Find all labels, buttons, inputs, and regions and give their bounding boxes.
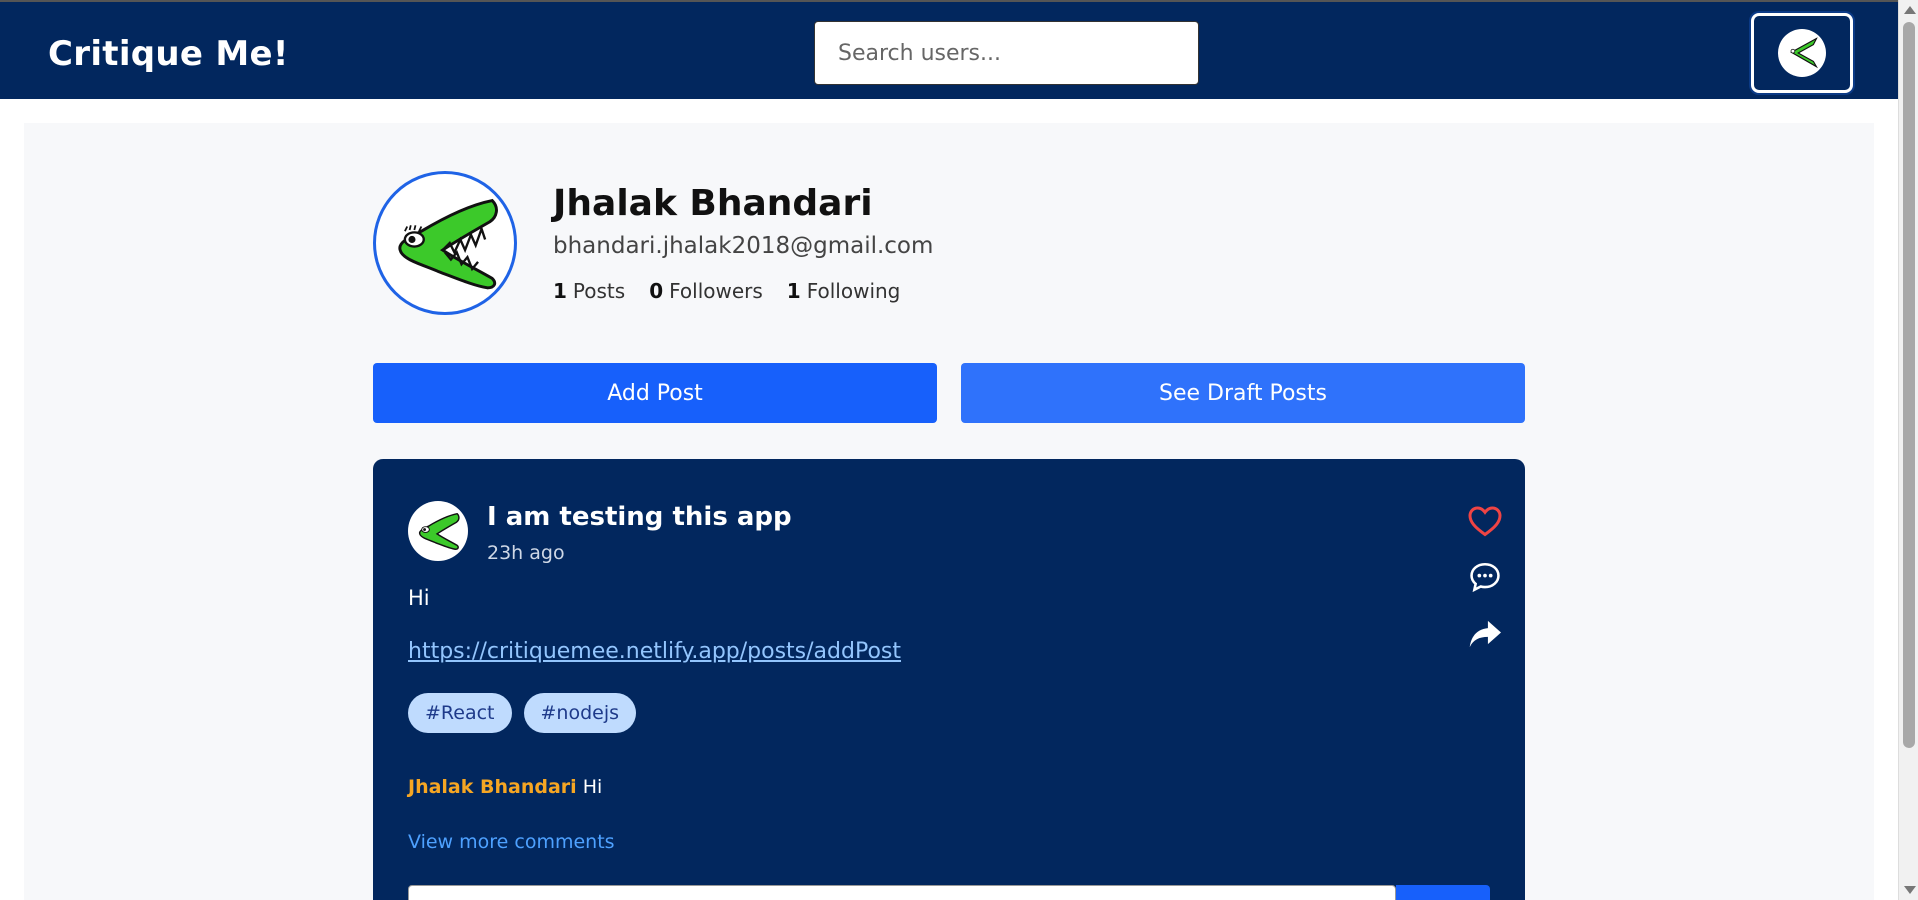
scroll-down-arrow-icon[interactable] [1904,886,1916,894]
post-timestamp: 23h ago [487,542,565,564]
profile-avatar [373,171,517,315]
comment-author[interactable]: Jhalak Bhandari [408,776,577,798]
crocodile-avatar-icon [418,512,460,550]
scroll-up-arrow-icon[interactable] [1904,6,1916,14]
comment-item: Jhalak Bhandari Hi [408,776,602,798]
scroll-thumb[interactable] [1903,22,1915,748]
page-scrollbar[interactable] [1898,0,1918,900]
post-tags: #React #nodejs [408,693,637,733]
profile-name: Jhalak Bhandari [553,183,873,224]
user-menu-button[interactable] [1751,13,1853,93]
profile-stats: 1 Posts 0 Followers 1 Following [553,279,900,303]
post-body: Hi [408,586,430,610]
post-author-avatar[interactable] [408,501,468,561]
see-draft-posts-button[interactable]: See Draft Posts [961,363,1525,423]
post-link[interactable]: https://critiquemee.netlify.app/posts/ad… [408,639,901,664]
posts-stat[interactable]: 1 Posts [553,279,625,303]
post-title[interactable]: I am testing this app [487,502,792,532]
crocodile-avatar-icon [1778,29,1826,77]
tag-nodejs[interactable]: #nodejs [523,693,637,733]
comment-icon[interactable] [1465,557,1505,597]
share-icon[interactable] [1465,614,1505,654]
profile-email: bhandari.jhalak2018@gmail.com [553,233,934,259]
comment-text: Hi [582,776,603,798]
add-post-button[interactable]: Add Post [373,363,937,423]
tag-react[interactable]: #React [408,693,512,733]
post-card: I am testing this app 23h ago Hi https:/… [373,459,1525,900]
followers-stat[interactable]: 0 Followers [649,279,763,303]
heart-icon[interactable] [1465,501,1505,541]
comment-input[interactable] [408,885,1396,900]
top-navbar: Critique Me! [0,0,1898,99]
comment-submit-button[interactable] [1396,885,1490,900]
search-users-input[interactable] [814,21,1199,85]
crocodile-avatar-icon [398,198,498,290]
view-more-comments-link[interactable]: View more comments [408,831,615,853]
following-stat[interactable]: 1 Following [787,279,901,303]
brand-title[interactable]: Critique Me! [48,34,289,74]
